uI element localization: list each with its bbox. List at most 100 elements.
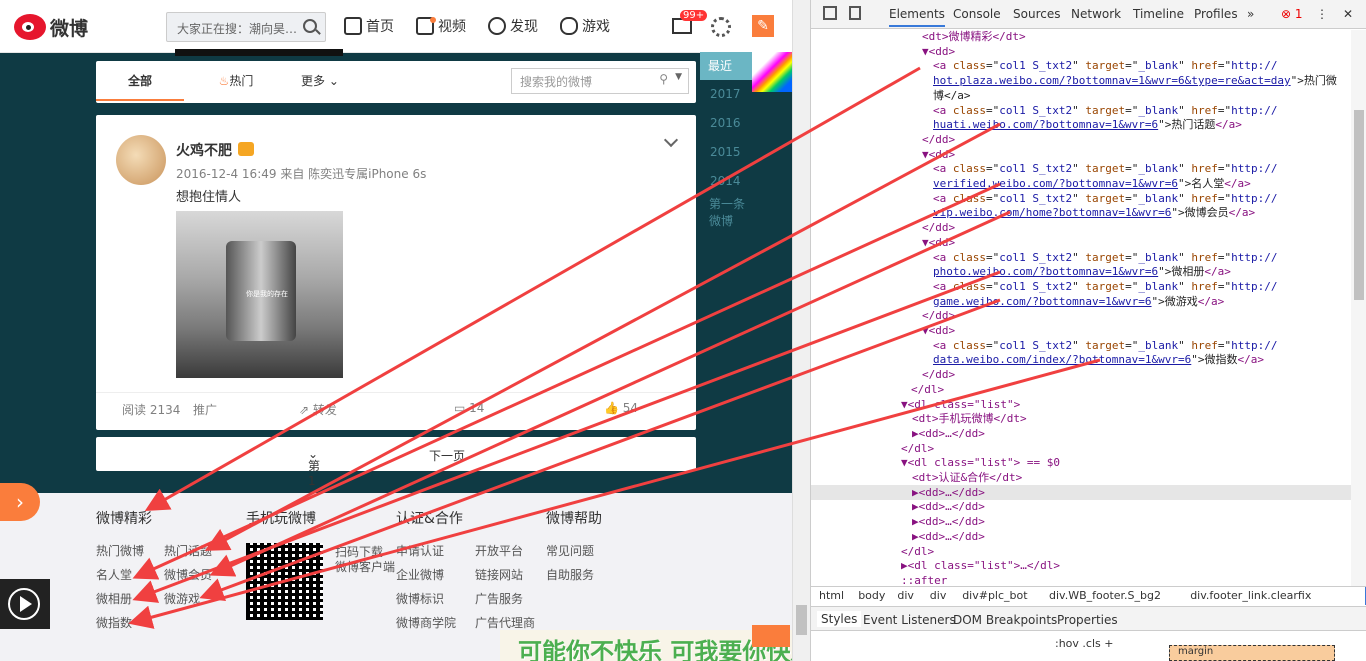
tab-hot[interactable]: ♨热门 (206, 61, 266, 101)
dom-line[interactable]: <a class="col1 S_txt2" target="_blank" h… (933, 339, 1277, 354)
tab-network[interactable]: Network (1071, 7, 1121, 21)
dom-line[interactable]: game.weibo.com/?bottomnav=1&wvr=6">微游戏</… (933, 295, 1224, 310)
dom-line[interactable]: ▼<dd> (922, 148, 955, 163)
dom-line[interactable]: <a class="col1 S_txt2" target="_blank" h… (933, 251, 1277, 266)
dom-line[interactable]: </dl> (901, 442, 934, 457)
page-select[interactable]: 第 1 页 ⌄ (308, 447, 320, 504)
footer-link[interactable]: 常见问题 (546, 542, 594, 559)
dom-line[interactable]: ▶<dd>…</dd> (912, 486, 985, 501)
breadcrumb-item[interactable]: body (858, 589, 885, 602)
my-weibo-search-input[interactable]: 搜索我的微博 ⚲ ▼ (511, 68, 689, 94)
dom-line[interactable]: </dd> (922, 133, 955, 148)
like-button[interactable]: 👍 54 (604, 401, 638, 415)
footer-link[interactable]: 热门微博 (96, 542, 144, 559)
footer-link[interactable]: 微博会员 (164, 566, 212, 583)
tab-timeline[interactable]: Timeline (1133, 7, 1184, 21)
dropdown-caret-icon[interactable]: ▼ (675, 72, 682, 82)
next-page-link[interactable]: 下一页 (429, 447, 465, 464)
dom-line[interactable]: verified.weibo.com/?bottomnav=1&wvr=6">名… (933, 177, 1251, 192)
nav-home[interactable]: 首页 (344, 16, 394, 36)
dom-scrollbar[interactable] (1351, 30, 1366, 586)
dom-line[interactable]: photo.weibo.com/?bottomnav=1&wvr=6">微相册<… (933, 265, 1231, 280)
dom-line[interactable]: <a class="col1 S_txt2" target="_blank" h… (933, 104, 1277, 119)
breadcrumb-item[interactable]: div.WB_footer.S_bg2 (1049, 589, 1161, 602)
tab-console[interactable]: Console (953, 7, 1001, 21)
tab-event-listeners[interactable]: Event Listeners (863, 613, 956, 627)
footer-link[interactable]: 微博商学院 (396, 614, 456, 631)
footer-link[interactable]: 企业微博 (396, 566, 444, 583)
dom-line[interactable]: ▼<dd> (922, 45, 955, 60)
footer-link[interactable]: 开放平台 (475, 542, 523, 559)
footer-link[interactable]: 微博标识 (396, 590, 444, 607)
breadcrumb-item[interactable]: div.footer_link.clearfix (1190, 589, 1311, 602)
tab-dom-breakpoints[interactable]: DOM Breakpoints (953, 613, 1057, 627)
footer-link[interactable]: 广告服务 (475, 590, 523, 607)
vip-icon[interactable] (238, 142, 254, 156)
dom-line[interactable]: ▼<dd> (922, 236, 955, 251)
dom-line[interactable]: </dl> (911, 383, 944, 398)
media-player-button[interactable] (752, 625, 790, 647)
post-username[interactable]: 火鸡不肥 (176, 140, 232, 160)
dom-line[interactable]: ::after (901, 574, 947, 586)
dom-line[interactable]: ▼<dl class="list"> (901, 398, 1020, 413)
year-item[interactable]: 2014 (710, 174, 741, 188)
video-player-button[interactable] (0, 579, 50, 629)
comment-button[interactable]: ▭ 14 (454, 401, 484, 415)
scroll-thumb[interactable] (796, 605, 807, 635)
first-weibo-link[interactable]: 第一条微博 (709, 195, 752, 229)
style-filter-toggles[interactable]: :hov .cls + (1055, 637, 1113, 650)
tab-sources[interactable]: Sources (1013, 7, 1060, 21)
nav-video[interactable]: 视频 (416, 16, 466, 36)
error-count[interactable]: ⊗ 1 (1281, 7, 1303, 21)
footer-link[interactable]: 名人堂 (96, 566, 132, 583)
footer-link[interactable]: 微指数 (96, 614, 132, 631)
tab-profiles[interactable]: Profiles (1194, 7, 1238, 21)
breadcrumb-item[interactable]: div#plc_bot (962, 589, 1027, 602)
side-expand-button[interactable]: › (0, 483, 40, 521)
dom-line[interactable]: ▶<dd>…</dd> (912, 427, 985, 442)
inspect-icon[interactable] (823, 6, 837, 20)
dom-line[interactable]: </dd> (922, 221, 955, 236)
forward-button[interactable]: ⇗ 转发 (299, 401, 337, 418)
avatar[interactable] (116, 135, 166, 185)
search-icon[interactable]: ⚲ (659, 72, 668, 86)
dom-line[interactable]: <dt>手机玩微博</dt> (912, 412, 1027, 427)
breadcrumb-item[interactable]: div (897, 589, 914, 602)
footer-link[interactable]: 微博客户端 (335, 558, 395, 575)
dom-line[interactable]: ▼<dl class="list"> == $0 (901, 456, 1060, 471)
dom-line[interactable]: <a class="col1 S_txt2" target="_blank" h… (933, 192, 1277, 207)
breadcrumb-item[interactable]: html (819, 589, 844, 602)
year-item[interactable]: 2015 (710, 145, 741, 159)
compose-button[interactable]: ✎ (752, 15, 774, 37)
footer-link[interactable]: 微相册 (96, 590, 132, 607)
tab-properties[interactable]: Properties (1057, 613, 1118, 627)
dom-line[interactable]: <a class="col1 S_txt2" target="_blank" h… (933, 59, 1277, 74)
year-item[interactable]: 2016 (710, 116, 741, 130)
dom-line[interactable]: </dd> (922, 368, 955, 383)
footer-link[interactable]: 链接网站 (475, 566, 523, 583)
nav-game[interactable]: 游戏 (560, 16, 610, 36)
device-icon[interactable] (849, 6, 861, 20)
close-icon[interactable]: ✕ (1343, 7, 1353, 21)
page-scrollbar[interactable] (792, 0, 810, 661)
dom-line[interactable]: <dt>认证&合作</dt> (912, 471, 1022, 486)
footer-link[interactable]: 广告代理商 (475, 614, 535, 631)
global-search-input[interactable]: 大家正在搜：潮向昊… (166, 12, 326, 42)
dom-line[interactable]: ▼<dd> (922, 324, 955, 339)
tab-styles[interactable]: Styles (817, 611, 862, 627)
tab-all[interactable]: 全部 (96, 61, 184, 101)
breadcrumb-item[interactable]: div (930, 589, 947, 602)
footer-link[interactable]: 热门话题 (164, 542, 212, 559)
dom-line[interactable]: vip.weibo.com/home?bottomnav=1&wvr=6">微博… (933, 206, 1255, 221)
dom-scroll-thumb[interactable] (1354, 110, 1364, 300)
dom-line[interactable]: <a class="col1 S_txt2" target="_blank" h… (933, 162, 1277, 177)
dom-line[interactable]: <a class="col1 S_txt2" target="_blank" h… (933, 280, 1277, 295)
search-icon[interactable] (303, 19, 317, 33)
dom-line[interactable]: ▶<dl class="list">…</dl> (901, 559, 1060, 574)
chevron-down-icon[interactable] (663, 132, 679, 148)
year-recent[interactable]: 最近 (700, 52, 752, 80)
menu-icon[interactable]: ⋮ (1316, 7, 1328, 21)
dom-line[interactable]: </dl> (901, 545, 934, 560)
footer-link[interactable]: 微游戏 (164, 590, 200, 607)
year-item[interactable]: 2017 (710, 87, 741, 101)
